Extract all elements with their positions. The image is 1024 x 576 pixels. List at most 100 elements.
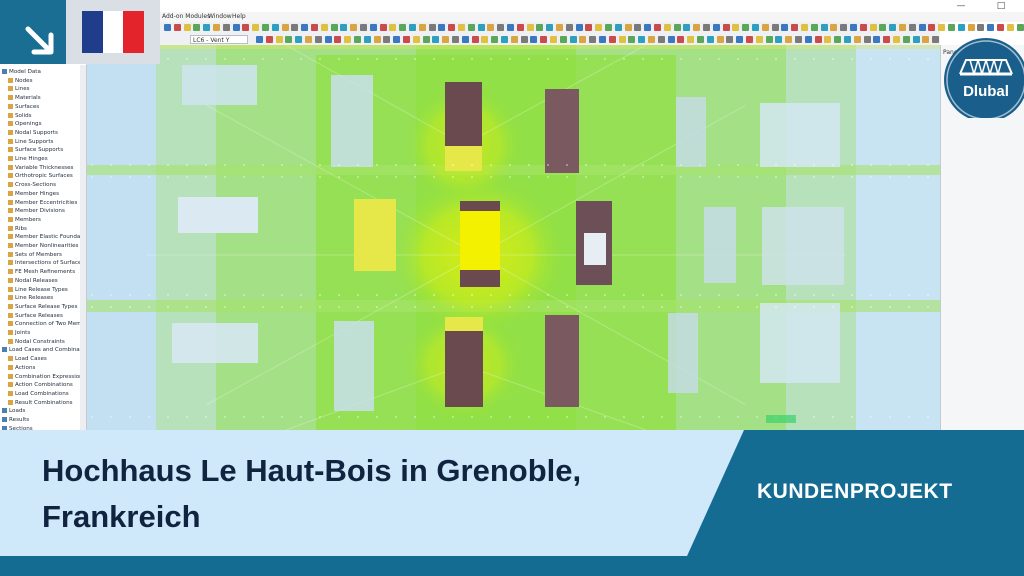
navigator-item[interactable]: Line Supports <box>8 138 53 146</box>
toolbar-icon[interactable] <box>771 24 779 31</box>
toolbar-icon[interactable] <box>334 36 342 43</box>
toolbar-icon[interactable] <box>422 36 430 43</box>
toolbar-icon[interactable] <box>605 24 612 31</box>
toolbar-icon[interactable] <box>271 24 279 31</box>
toolbar-icon[interactable] <box>775 36 783 43</box>
toolbar-icon[interactable] <box>354 36 361 43</box>
toolbar-icon[interactable] <box>520 36 528 43</box>
toolbar-icon[interactable] <box>305 36 312 43</box>
toolbar-icon[interactable] <box>369 24 377 31</box>
toolbar-icon[interactable] <box>663 24 671 31</box>
toolbar-icon[interactable] <box>311 24 318 31</box>
toolbar-icon[interactable] <box>360 24 367 31</box>
toolbar-icon[interactable] <box>461 36 469 43</box>
toolbar-icon[interactable] <box>379 24 387 31</box>
toolbar-icon[interactable] <box>634 24 642 31</box>
toolbar-icon[interactable] <box>879 24 887 31</box>
toolbar-icon[interactable] <box>510 36 518 43</box>
toolbar-icon[interactable] <box>559 36 567 43</box>
toolbar-icon[interactable] <box>452 36 459 43</box>
toolbar-icon[interactable] <box>638 36 646 43</box>
toolbar-icon[interactable] <box>840 24 848 31</box>
toolbar-icon[interactable] <box>912 36 920 43</box>
toolbar-icon[interactable] <box>275 36 283 43</box>
navigator-item[interactable]: Materials <box>8 94 41 102</box>
toolbar-icon[interactable] <box>448 24 456 31</box>
toolbar-icon[interactable] <box>556 24 563 31</box>
toolbar-icon[interactable] <box>232 24 240 31</box>
toolbar-icon[interactable] <box>742 24 750 31</box>
toolbar-icon[interactable] <box>183 24 191 31</box>
menu-help[interactable]: Help <box>232 12 246 22</box>
toolbar-icon[interactable] <box>193 24 201 31</box>
toolbar-icon[interactable] <box>540 36 548 43</box>
menu-add-on-modules[interactable]: Add-on Modules <box>162 12 210 22</box>
toolbar-icon[interactable] <box>830 24 838 31</box>
toolbar-icon[interactable] <box>873 36 881 43</box>
navigator-item[interactable]: Intersections of Surfaces <box>8 259 84 267</box>
toolbar-icon[interactable] <box>722 24 730 31</box>
toolbar-icon[interactable] <box>428 24 436 31</box>
toolbar-icon[interactable] <box>467 24 475 31</box>
toolbar-icon[interactable] <box>628 36 636 43</box>
toolbar-icon[interactable] <box>432 36 440 43</box>
toolbar-icon[interactable] <box>667 36 675 43</box>
toolbar-icon[interactable] <box>673 24 681 31</box>
toolbar-icon[interactable] <box>222 24 230 31</box>
navigator-item[interactable]: Member Hinges <box>8 190 59 198</box>
toolbar-icon[interactable] <box>703 24 710 31</box>
navigator-item[interactable]: Results <box>2 416 29 424</box>
navigator-item[interactable]: Nodal Constraints <box>8 338 65 346</box>
toolbar-icon[interactable] <box>693 24 701 31</box>
toolbar-icon[interactable] <box>977 24 985 31</box>
toolbar-icon[interactable] <box>471 36 479 43</box>
navigator-item[interactable]: Line Hinges <box>8 155 48 163</box>
toolbar-icon[interactable] <box>403 36 410 43</box>
toolbar-icon[interactable] <box>589 36 597 43</box>
navigator-item[interactable]: Member Elastic Foundations <box>8 233 86 241</box>
toolbar-icon[interactable] <box>869 24 877 31</box>
toolbar-icon[interactable] <box>340 24 348 31</box>
menu-window[interactable]: Window <box>208 12 232 22</box>
toolbar-icon[interactable] <box>265 36 273 43</box>
toolbar-icon[interactable] <box>706 36 714 43</box>
navigator-item[interactable]: Model Data <box>2 68 41 76</box>
toolbar-icon[interactable] <box>624 24 632 31</box>
toolbar-icon[interactable] <box>373 36 381 43</box>
toolbar-icon[interactable] <box>893 36 900 43</box>
navigator-item[interactable]: Load Cases <box>8 355 47 363</box>
navigator-item[interactable]: Joints <box>8 329 30 337</box>
toolbar-icon[interactable] <box>477 24 485 31</box>
toolbar-icon[interactable] <box>614 24 622 31</box>
toolbar-icon[interactable] <box>746 36 753 43</box>
toolbar-icon[interactable] <box>301 24 309 31</box>
toolbar-icon[interactable] <box>918 24 926 31</box>
toolbar-icon[interactable] <box>938 24 946 31</box>
toolbar-icon[interactable] <box>899 24 906 31</box>
toolbar-icon[interactable] <box>320 24 328 31</box>
navigator-item[interactable]: Nodal Supports <box>8 129 58 137</box>
toolbar-icon[interactable] <box>262 24 269 31</box>
toolbar-icon[interactable] <box>683 24 691 31</box>
toolbar-icon[interactable] <box>781 24 789 31</box>
toolbar-icon[interactable] <box>491 36 499 43</box>
toolbar-icon[interactable] <box>412 36 420 43</box>
navigator-item[interactable]: Members <box>8 216 41 224</box>
toolbar-icon[interactable] <box>418 24 426 31</box>
toolbar-icon[interactable] <box>608 36 616 43</box>
navigator-scrollbar[interactable] <box>80 65 86 430</box>
toolbar-icon[interactable] <box>810 24 818 31</box>
toolbar-icon[interactable] <box>1006 24 1014 31</box>
toolbar-icon[interactable] <box>967 24 975 31</box>
toolbar-icon[interactable] <box>324 36 332 43</box>
toolbar-icon[interactable] <box>481 36 489 43</box>
toolbar-icon[interactable] <box>383 36 391 43</box>
navigator-item[interactable]: Member Nonlinearities <box>8 242 78 250</box>
toolbar-icon[interactable] <box>526 24 534 31</box>
navigator-item[interactable]: Orthotropic Surfaces <box>8 172 73 180</box>
load-case-select[interactable]: LC6 - Vent Y <box>190 35 248 44</box>
toolbar-icon[interactable] <box>399 24 407 31</box>
back-link[interactable] <box>0 0 66 64</box>
toolbar-icon[interactable] <box>889 24 897 31</box>
toolbar-icon[interactable] <box>824 36 832 43</box>
